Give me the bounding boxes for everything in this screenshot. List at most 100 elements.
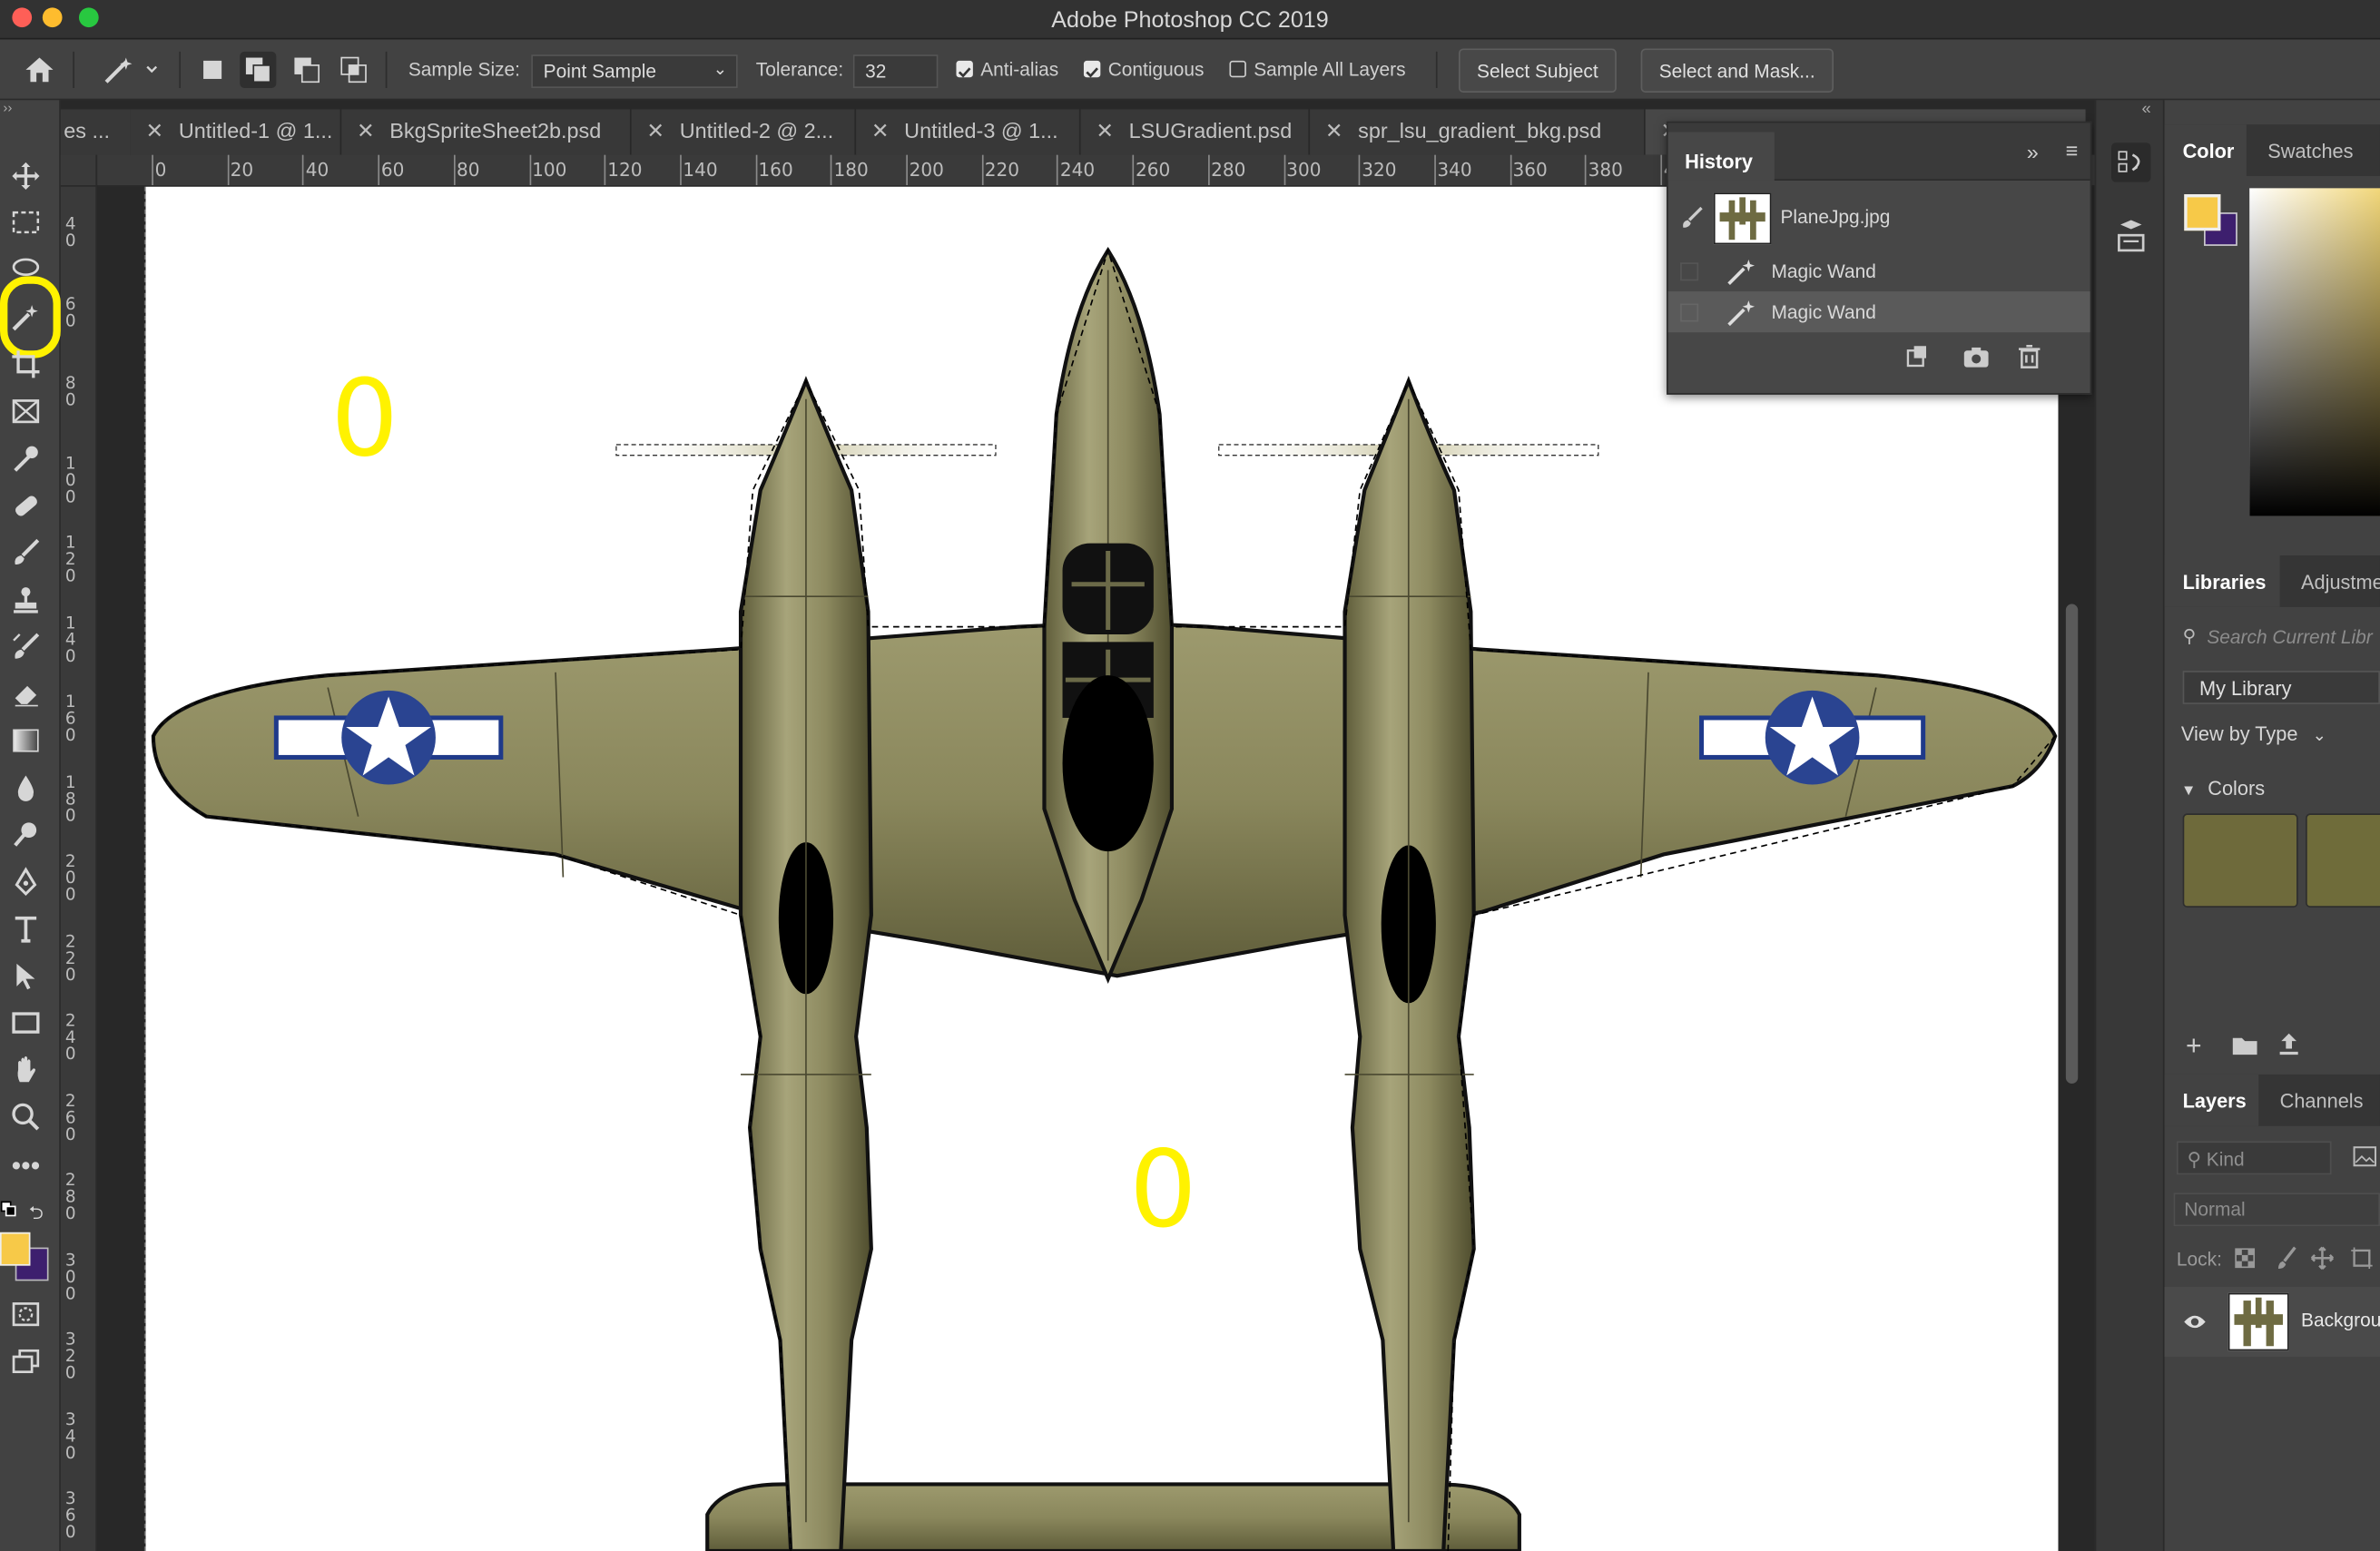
image-filter-icon[interactable]: [2353, 1146, 2377, 1175]
eye-icon[interactable]: [2183, 1311, 2208, 1339]
clone-stamp-tool-icon[interactable]: [7, 581, 44, 617]
ruler-tick-mark: [1132, 154, 1135, 186]
eyedropper-tool-icon[interactable]: [7, 440, 44, 476]
library-dropdown[interactable]: My Library: [2182, 671, 2380, 704]
close-tab-icon[interactable]: ✕: [646, 118, 664, 142]
history-panel-icon[interactable]: [2111, 142, 2151, 182]
library-color-swatch-2[interactable]: [2306, 813, 2380, 908]
swap-colors-icon[interactable]: ⮌: [29, 1199, 44, 1231]
history-brush-source-icon[interactable]: [1680, 205, 1705, 234]
upload-icon[interactable]: [2277, 1032, 2301, 1064]
magic-wand-preset-icon[interactable]: [97, 52, 164, 88]
tolerance-input[interactable]: 32: [852, 54, 939, 88]
lock-position-icon[interactable]: [2310, 1246, 2335, 1278]
layer-kind-filter[interactable]: ⚲ Kind: [2176, 1141, 2332, 1175]
path-selection-tool-icon[interactable]: [7, 957, 44, 994]
collapse-toolbar-icon[interactable]: ››: [3, 100, 12, 115]
layer-row[interactable]: Backgrou: [2164, 1287, 2380, 1357]
tab-channels[interactable]: Channels: [2262, 1075, 2380, 1126]
quick-mask-icon[interactable]: [7, 1296, 44, 1332]
ruler-tick-label: 60: [380, 159, 405, 181]
blend-mode-dropdown[interactable]: Normal: [2173, 1193, 2380, 1227]
library-color-swatch-1[interactable]: [2182, 813, 2298, 908]
tab-3[interactable]: ✕ Untitled-2 @ 2...: [631, 109, 855, 155]
close-tab-icon[interactable]: ✕: [1096, 118, 1114, 142]
lock-image-pixels-icon[interactable]: [2277, 1246, 2297, 1278]
frame-tool-icon[interactable]: [7, 393, 44, 429]
ruler-tick-mark: [453, 154, 456, 186]
tab-swatches[interactable]: Swatches: [2249, 124, 2380, 176]
collapse-panel-icon[interactable]: »: [2027, 140, 2039, 164]
panel-menu-icon[interactable]: ≡: [2066, 138, 2079, 162]
tab-layers[interactable]: Layers: [2164, 1074, 2259, 1126]
create-document-from-state-icon[interactable]: [1905, 345, 1930, 377]
eraser-tool-icon[interactable]: [7, 675, 44, 712]
close-tab-icon[interactable]: ✕: [146, 118, 164, 142]
history-step[interactable]: Magic Wand: [1668, 250, 2090, 291]
close-tab-icon[interactable]: ✕: [871, 118, 890, 142]
screen-mode-icon[interactable]: [7, 1343, 44, 1379]
properties-panel-icon[interactable]: [2111, 219, 2150, 258]
new-selection-icon[interactable]: [194, 52, 231, 88]
tab-0[interactable]: es ...: [60, 109, 131, 155]
sample-all-layers-checkbox[interactable]: [1229, 60, 1246, 78]
libraries-search[interactable]: ⚲ Search Current Libr: [2177, 619, 2380, 655]
folder-icon[interactable]: [2231, 1035, 2258, 1064]
tab-2[interactable]: ✕ BkgSpriteSheet2b.psd: [341, 109, 630, 155]
tab-6[interactable]: ✕ spr_lsu_gradient_bkg.psd: [1310, 109, 1644, 155]
dodge-tool-icon[interactable]: [7, 817, 44, 853]
history-brush-tool-icon[interactable]: [7, 628, 44, 664]
lock-transparent-pixels-icon[interactable]: [2234, 1248, 2256, 1277]
foreground-color-chip[interactable]: [2184, 194, 2221, 231]
view-by-dropdown[interactable]: View by Type ⌄: [2181, 722, 2326, 745]
anti-alias-checkbox[interactable]: [956, 60, 973, 78]
tab-5[interactable]: ✕ LSUGradient.psd: [1080, 109, 1309, 155]
brush-tool-icon[interactable]: [7, 535, 44, 571]
ruler-tick-label: 340: [1437, 159, 1472, 181]
lock-artboard-icon[interactable]: [2350, 1246, 2375, 1278]
camera-icon[interactable]: [1962, 345, 1990, 377]
default-colors-icon[interactable]: [0, 1199, 18, 1217]
ruler-tick-label: 60: [64, 293, 76, 330]
close-tab-icon[interactable]: ✕: [1325, 118, 1343, 142]
select-subject-button[interactable]: Select Subject: [1458, 48, 1617, 93]
ruler-tick-label: 280: [64, 1170, 76, 1223]
hand-tool-icon[interactable]: [7, 1052, 44, 1088]
history-tab[interactable]: History: [1667, 132, 1775, 181]
select-and-mask-button[interactable]: Select and Mask...: [1640, 48, 1834, 93]
contiguous-checkbox[interactable]: [1083, 60, 1101, 78]
crop-tool-icon[interactable]: [7, 346, 44, 382]
zoom-tool-icon[interactable]: [7, 1099, 44, 1135]
tab-4[interactable]: ✕ Untitled-3 @ 1...: [856, 109, 1079, 155]
step-checkbox[interactable]: [1680, 303, 1699, 322]
history-snapshot[interactable]: PlaneJpg.jpg: [1668, 190, 2090, 248]
vertical-scrollbar[interactable]: [2065, 604, 2079, 1084]
history-step-selected[interactable]: Magic Wand: [1667, 291, 2090, 333]
rectangular-marquee-tool-icon[interactable]: [7, 205, 44, 241]
move-tool-icon[interactable]: [7, 158, 44, 194]
tab-color[interactable]: Color: [2164, 124, 2247, 176]
colors-section-header[interactable]: ▼ Colors: [2181, 777, 2265, 800]
gradient-tool-icon[interactable]: [7, 722, 44, 759]
collapse-dock-icon[interactable]: «: [2141, 100, 2150, 118]
step-checkbox[interactable]: [1680, 262, 1699, 281]
rectangle-tool-icon[interactable]: [7, 1005, 44, 1041]
intersect-selection-icon[interactable]: [336, 52, 372, 88]
tab-adjustments[interactable]: Adjustme: [2283, 555, 2380, 607]
close-tab-icon[interactable]: ✕: [357, 118, 375, 142]
more-tools-icon[interactable]: •••: [7, 1147, 44, 1183]
add-to-selection-icon[interactable]: [240, 51, 277, 88]
type-tool-icon[interactable]: [7, 910, 44, 947]
healing-brush-tool-icon[interactable]: [7, 487, 44, 524]
tab-libraries[interactable]: Libraries: [2164, 555, 2280, 607]
color-picker-field[interactable]: [2249, 188, 2380, 516]
subtract-from-selection-icon[interactable]: [289, 52, 325, 88]
sample-size-dropdown[interactable]: Point Sample ⌄: [531, 54, 738, 88]
add-library-item-icon[interactable]: +: [2186, 1030, 2202, 1062]
pen-tool-icon[interactable]: [7, 863, 44, 899]
foreground-color-swatch[interactable]: [0, 1232, 31, 1266]
tab-1[interactable]: ✕ Untitled-1 @ 1...: [130, 109, 340, 155]
blur-tool-icon[interactable]: [7, 770, 44, 806]
trash-icon[interactable]: [2017, 345, 2041, 377]
home-icon[interactable]: [21, 52, 57, 88]
